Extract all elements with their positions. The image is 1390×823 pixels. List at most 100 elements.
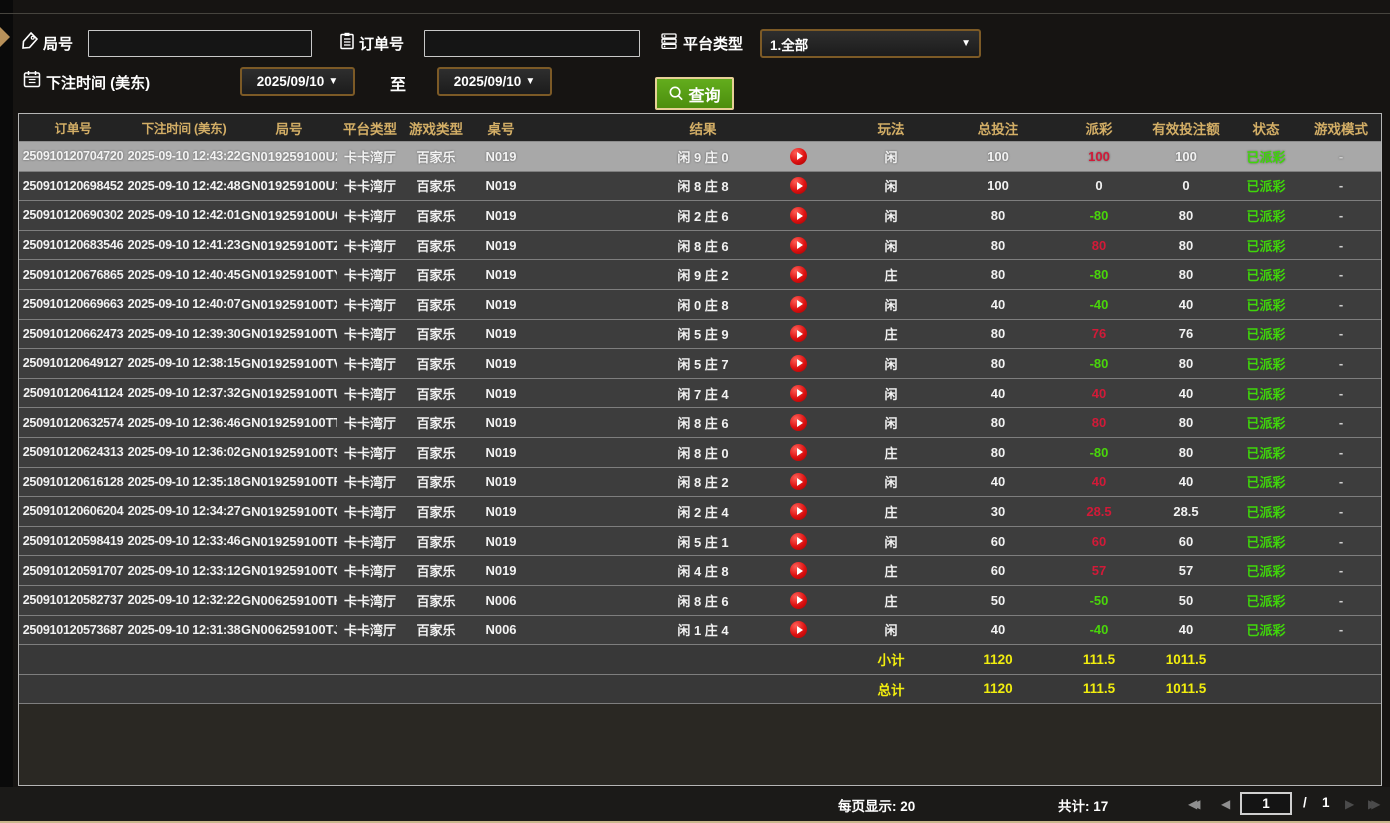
table-cell-game: 百家乐 bbox=[403, 176, 469, 195]
date-to-select[interactable]: 2025/09/10 ▼ bbox=[437, 67, 552, 96]
table-cell-game: 百家乐 bbox=[403, 472, 469, 491]
table-row[interactable]: 2509101206768652025-09-10 12:40:45GN0192… bbox=[19, 260, 1381, 290]
column-header-order: 订单号 bbox=[19, 118, 127, 137]
table-cell-platform: 卡卡湾厅 bbox=[337, 591, 403, 610]
play-video-icon[interactable] bbox=[790, 325, 807, 342]
table-cell-valid: 80 bbox=[1141, 415, 1231, 430]
table-cell-game: 百家乐 bbox=[403, 295, 469, 314]
table-row[interactable]: 2509101206984522025-09-10 12:42:48GN0192… bbox=[19, 172, 1381, 202]
search-icon bbox=[668, 85, 685, 102]
table-cell-platform: 卡卡湾厅 bbox=[337, 443, 403, 462]
page-number-input[interactable] bbox=[1240, 792, 1292, 815]
table-cell-order: 250910120649127 bbox=[19, 356, 127, 370]
play-video-icon[interactable] bbox=[790, 266, 807, 283]
next-page-icon[interactable]: ▶ bbox=[1345, 797, 1348, 811]
table-cell-time: 2025-09-10 12:33:12 bbox=[127, 564, 241, 578]
play-video-icon[interactable] bbox=[790, 385, 807, 402]
play-video-icon[interactable] bbox=[790, 621, 807, 638]
table-cell-game: 百家乐 bbox=[403, 354, 469, 373]
table-cell-total: 80 bbox=[939, 356, 1057, 371]
play-video-icon[interactable] bbox=[790, 592, 807, 609]
play-video-icon[interactable] bbox=[790, 473, 807, 490]
table-row[interactable]: 2509101205736872025-09-10 12:31:38GN0062… bbox=[19, 616, 1381, 646]
table-cell-status: 已派彩 bbox=[1231, 532, 1301, 551]
table-cell-status: 已派彩 bbox=[1231, 295, 1301, 314]
table-row[interactable]: 2509101205984192025-09-10 12:33:46GN0192… bbox=[19, 527, 1381, 557]
table-row[interactable]: 2509101206161282025-09-10 12:35:18GN0192… bbox=[19, 468, 1381, 498]
last-page-icon[interactable]: ▶▶ bbox=[1368, 797, 1374, 811]
table-cell-result: 闲 5 庄 7 bbox=[533, 354, 753, 373]
table-cell-play: 庄 bbox=[843, 591, 939, 610]
table-row[interactable]: 2509101206062042025-09-10 12:34:27GN0192… bbox=[19, 497, 1381, 527]
table-cell-result: 闲 7 庄 4 bbox=[533, 384, 753, 403]
table-cell-status: 已派彩 bbox=[1231, 384, 1301, 403]
table-cell-status: 已派彩 bbox=[1231, 354, 1301, 373]
table-cell-status: 已派彩 bbox=[1231, 206, 1301, 225]
table-cell-result: 闲 4 庄 8 bbox=[533, 561, 753, 580]
round-number-input[interactable] bbox=[88, 30, 312, 57]
search-button[interactable]: 查询 bbox=[655, 77, 734, 110]
table-row[interactable]: 2509101206696632025-09-10 12:40:07GN0192… bbox=[19, 290, 1381, 320]
table-row[interactable]: 2509101205827372025-09-10 12:32:22GN0062… bbox=[19, 586, 1381, 616]
table-cell-total: 80 bbox=[939, 415, 1057, 430]
play-video-icon[interactable] bbox=[790, 355, 807, 372]
play-video-icon[interactable] bbox=[790, 207, 807, 224]
column-header-valid: 有效投注额 bbox=[1141, 118, 1231, 138]
play-video-icon[interactable] bbox=[790, 148, 807, 165]
table-cell-play: 庄 bbox=[843, 502, 939, 521]
table-cell-time: 2025-09-10 12:35:18 bbox=[127, 475, 241, 489]
table-row[interactable]: 2509101206624732025-09-10 12:39:30GN0192… bbox=[19, 320, 1381, 350]
table-cell-play: 闲 bbox=[843, 472, 939, 491]
play-video-icon[interactable] bbox=[790, 444, 807, 461]
table-cell-total: 60 bbox=[939, 534, 1057, 549]
table-cell-table: N019 bbox=[469, 356, 533, 371]
column-header-round: 局号 bbox=[241, 118, 337, 138]
table-cell-status: 已派彩 bbox=[1231, 591, 1301, 610]
table-row[interactable]: 2509101206835462025-09-10 12:41:23GN0192… bbox=[19, 231, 1381, 261]
table-cell-status: 已派彩 bbox=[1231, 472, 1301, 491]
table-cell-round: GN019259100U1 bbox=[241, 178, 337, 193]
table-cell-table: N019 bbox=[469, 386, 533, 401]
play-video-icon[interactable] bbox=[790, 414, 807, 431]
table-header-row: 订单号下注时间 (美东)局号平台类型游戏类型桌号结果玩法总投注派彩有效投注额状态… bbox=[19, 114, 1381, 142]
table-row[interactable]: 2509101206325742025-09-10 12:36:46GN0192… bbox=[19, 408, 1381, 438]
table-cell-mode: - bbox=[1301, 474, 1381, 489]
table-row[interactable]: 2509101206903022025-09-10 12:42:01GN0192… bbox=[19, 201, 1381, 231]
table-row[interactable]: 2509101205917072025-09-10 12:33:12GN0192… bbox=[19, 556, 1381, 586]
table-cell-total: 40 bbox=[939, 474, 1057, 489]
play-video-icon[interactable] bbox=[790, 296, 807, 313]
subtotal-row-label: 小计 bbox=[843, 649, 939, 669]
left-edge-strip bbox=[0, 0, 13, 823]
total-row: 总计1120111.51011.5 bbox=[19, 675, 1381, 705]
order-number-input[interactable] bbox=[424, 30, 640, 57]
table-cell-payout: 76 bbox=[1057, 326, 1141, 341]
table-cell-order: 250910120690302 bbox=[19, 208, 127, 222]
prev-page-icon[interactable]: ◀ bbox=[1221, 797, 1224, 811]
table-cell-play: 闲 bbox=[843, 384, 939, 403]
play-video-icon[interactable] bbox=[790, 237, 807, 254]
play-video-icon[interactable] bbox=[790, 503, 807, 520]
date-from-select[interactable]: 2025/09/10 ▼ bbox=[240, 67, 355, 96]
table-cell-table: N006 bbox=[469, 593, 533, 608]
play-video-icon[interactable] bbox=[790, 177, 807, 194]
table-cell-icon bbox=[753, 177, 843, 194]
play-video-icon[interactable] bbox=[790, 562, 807, 579]
table-cell-valid: 80 bbox=[1141, 267, 1231, 282]
table-cell-round: GN019259100U2 bbox=[241, 149, 337, 164]
platform-type-select[interactable]: 1.全部 ▼ bbox=[760, 29, 981, 58]
table-row[interactable]: 2509101206491272025-09-10 12:38:15GN0192… bbox=[19, 349, 1381, 379]
table-cell-total: 100 bbox=[939, 178, 1057, 193]
table-cell-game: 百家乐 bbox=[403, 147, 469, 166]
table-cell-platform: 卡卡湾厅 bbox=[337, 206, 403, 225]
play-video-icon[interactable] bbox=[790, 533, 807, 550]
filter-bar: 局号 订单号 平台类型 1.全部 ▼ 下注时间 (美东) 2025/09/10 … bbox=[0, 13, 1390, 113]
table-cell-result: 闲 8 庄 0 bbox=[533, 443, 753, 462]
table-cell-valid: 60 bbox=[1141, 534, 1231, 549]
table-cell-round: GN019259100TY bbox=[241, 267, 337, 282]
first-page-icon[interactable]: ◀◀ bbox=[1188, 797, 1194, 811]
table-cell-table: N019 bbox=[469, 326, 533, 341]
table-cell-time: 2025-09-10 12:38:15 bbox=[127, 356, 241, 370]
table-row[interactable]: 2509101206243132025-09-10 12:36:02GN0192… bbox=[19, 438, 1381, 468]
table-row[interactable]: 2509101206411242025-09-10 12:37:32GN0192… bbox=[19, 379, 1381, 409]
table-row[interactable]: 2509101207047202025-09-10 12:43:22GN0192… bbox=[19, 142, 1381, 172]
